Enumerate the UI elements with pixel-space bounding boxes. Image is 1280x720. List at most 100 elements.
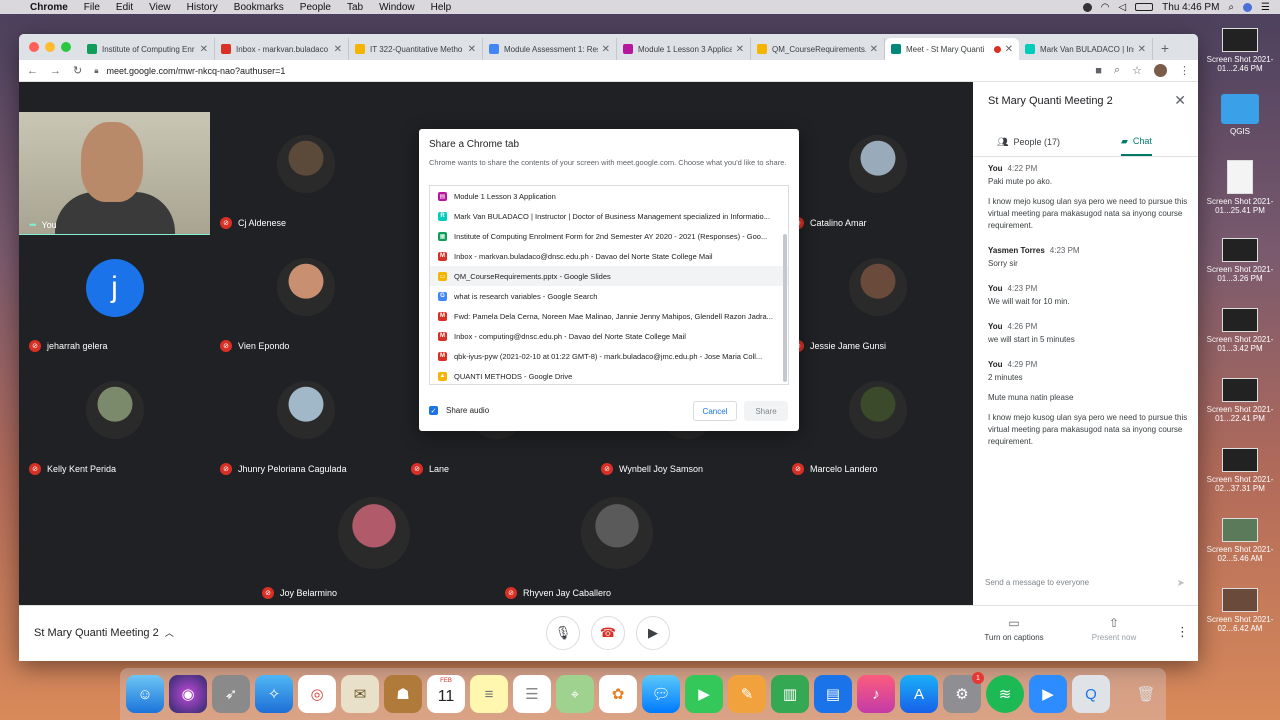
menu-help[interactable]: Help xyxy=(423,2,460,13)
photos-icon[interactable]: ✿ xyxy=(599,675,637,713)
record-status-icon[interactable] xyxy=(1082,2,1092,12)
close-panel-icon[interactable]: ✕ xyxy=(1174,92,1186,109)
keynote-icon[interactable]: ▤ xyxy=(814,675,852,713)
pages-icon[interactable]: ✎ xyxy=(728,675,766,713)
tab-option[interactable]: Gwhat is research variables - Google Sea… xyxy=(430,286,788,306)
profile-avatar[interactable] xyxy=(1154,64,1167,77)
browser-tab[interactable]: QM_CourseRequirements.p ✕ xyxy=(751,38,885,60)
zoom-app-icon[interactable]: ▶ xyxy=(1029,675,1067,713)
numbers-icon[interactable]: ▥ xyxy=(771,675,809,713)
participant-tile[interactable]: ⊘ Vien Epondo xyxy=(210,235,401,358)
meeting-details-button[interactable]: St Mary Quanti Meeting 2 ︿ xyxy=(34,626,174,639)
reload-icon[interactable]: ↻ xyxy=(73,64,82,77)
close-window-button[interactable] xyxy=(29,42,39,52)
menu-view[interactable]: View xyxy=(141,2,179,13)
menu-window[interactable]: Window xyxy=(371,2,423,13)
participant-tile[interactable]: ⊘ Kelly Kent Perida xyxy=(19,358,210,481)
microphone-button[interactable]: 🎙︎ xyxy=(546,616,580,650)
browser-tab[interactable]: Inbox - markvan.buladaco ✕ xyxy=(215,38,349,60)
close-tab-icon[interactable]: ✕ xyxy=(736,44,744,55)
close-tab-icon[interactable]: ✕ xyxy=(334,44,342,55)
calendar-icon[interactable]: FEB 11 xyxy=(427,675,465,713)
minimize-window-button[interactable] xyxy=(45,42,55,52)
wifi-icon[interactable]: ◠ xyxy=(1101,2,1110,13)
app-store-icon[interactable]: A xyxy=(900,675,938,713)
menu-file[interactable]: File xyxy=(76,2,108,13)
menu-tab[interactable]: Tab xyxy=(339,2,371,13)
participant-tile[interactable]: ⊘ Joy Belarmino xyxy=(252,481,495,605)
system-preferences-icon[interactable]: ⚙ 1 xyxy=(943,672,984,713)
music-icon[interactable]: ♪ xyxy=(857,675,895,713)
reminders-icon[interactable]: ☰ xyxy=(513,675,551,713)
browser-tab[interactable]: Institute of Computing Enr ✕ xyxy=(81,38,215,60)
desktop-file[interactable]: Screen Shot 2021-01...22.41 PM xyxy=(1204,378,1276,423)
more-menu-icon[interactable]: ⋮ xyxy=(1179,64,1190,77)
list-scrollbar[interactable] xyxy=(783,234,787,382)
spotify-icon[interactable]: ≋ xyxy=(986,675,1024,713)
desktop-file[interactable]: Screen Shot 2021-01...3.26 PM xyxy=(1204,238,1276,283)
menu-people[interactable]: People xyxy=(292,2,339,13)
browser-tab[interactable]: Module 1 Lesson 3 Applica ✕ xyxy=(617,38,751,60)
participant-tile[interactable]: j ⊘ jeharrah gelera xyxy=(19,235,210,358)
tab-option[interactable]: ▭ QM_CourseRequirements.pptx - Google Sli… xyxy=(430,266,788,286)
quicktime-icon[interactable]: Q xyxy=(1072,675,1110,713)
browser-tab[interactable]: Mark Van BULADACO | Ins ✕ xyxy=(1019,38,1153,60)
tab-option[interactable]: ▤ Module 1 Lesson 3 Application xyxy=(430,186,788,206)
share-button[interactable]: Share xyxy=(744,401,788,421)
close-tab-icon[interactable]: ✕ xyxy=(468,44,476,55)
menu-history[interactable]: History xyxy=(179,2,226,13)
safari-icon[interactable]: ✧ xyxy=(255,675,293,713)
tab-option[interactable]: M Inbox - computing@dnsc.edu.ph - Davao d… xyxy=(430,326,788,346)
more-options-icon[interactable]: ⋮ xyxy=(1176,624,1189,640)
notes-icon[interactable]: ≡ xyxy=(470,675,508,713)
desktop-file[interactable]: Screen Shot 2021-02...5.46 AM xyxy=(1204,518,1276,563)
trash-icon[interactable]: 🗑︎ xyxy=(1127,675,1165,713)
chrome-icon[interactable]: ◎ xyxy=(298,675,336,713)
participant-tile[interactable]: ⊘ Cj Aldenese xyxy=(210,112,401,235)
desktop-file[interactable]: Screen Shot 2021-02...6.42 AM xyxy=(1204,588,1276,633)
menu-clock[interactable]: Thu 4:46 PM xyxy=(1162,2,1219,13)
battery-icon[interactable] xyxy=(1135,3,1154,11)
spotlight-icon[interactable]: ⌕ xyxy=(1228,2,1234,13)
send-icon[interactable]: ➤ xyxy=(1177,578,1185,589)
maps-icon[interactable]: ⌖ xyxy=(556,675,594,713)
contacts-icon[interactable]: ☗ xyxy=(384,675,422,713)
new-tab-button[interactable]: + xyxy=(1153,40,1177,60)
desktop-file[interactable]: Screen Shot 2021-01...25.41 PM xyxy=(1204,160,1276,215)
volume-icon[interactable]: ◁ xyxy=(1118,2,1126,13)
zoom-icon[interactable]: ⌕ xyxy=(1114,64,1120,77)
menu-bookmarks[interactable]: Bookmarks xyxy=(226,2,292,13)
camera-indicator-icon[interactable]: ■ xyxy=(1095,65,1102,77)
present-now-button[interactable]: ⇧ Present now xyxy=(1074,616,1154,642)
facetime-icon[interactable]: ▶ xyxy=(685,675,723,713)
tab-option[interactable]: M Inbox - markvan.buladaco@dnsc.edu.ph - … xyxy=(430,246,788,266)
desktop-file[interactable]: Screen Shot 2021-02...37.31 PM xyxy=(1204,448,1276,493)
participant-tile[interactable]: ⊘ Rhyven Jay Caballero xyxy=(495,481,738,605)
siri-icon[interactable] xyxy=(1243,2,1253,12)
mail-bird-icon[interactable]: ✉ xyxy=(341,675,379,713)
notification-center-icon[interactable]: ☰ xyxy=(1261,2,1270,13)
close-tab-icon[interactable]: ✕ xyxy=(870,44,878,55)
desktop-folder[interactable]: QGIS xyxy=(1204,94,1276,136)
close-tab-icon[interactable]: ✕ xyxy=(1138,44,1146,55)
participant-tile[interactable]: ⊘ Marcelo Landero xyxy=(782,358,973,481)
tab-option[interactable]: ▦ Institute of Computing Enrolment Form f… xyxy=(430,226,788,246)
menu-app-name[interactable]: Chrome xyxy=(22,2,76,13)
participant-tile[interactable]: ••• You xyxy=(19,82,210,235)
tab-option[interactable]: R Mark Van BULADACO | Instructor | Doctor… xyxy=(430,206,788,226)
close-tab-icon[interactable]: ✕ xyxy=(200,44,208,55)
tab-people[interactable]: 👥︎ People (17) xyxy=(997,128,1060,156)
desktop-file[interactable]: Screen Shot 2021-01...2.46 PM xyxy=(1204,28,1276,73)
finder-icon[interactable]: ☺ xyxy=(126,675,164,713)
chat-input[interactable]: Send a message to everyone ➤ xyxy=(985,578,1185,589)
browser-tab[interactable]: IT 322-Quantitative Metho ✕ xyxy=(349,38,483,60)
address-bar[interactable]: 🔒︎ meet.google.com/mwr-nkcq-nao?authuser… xyxy=(94,62,1083,80)
lock-icon[interactable]: 🔒︎ xyxy=(94,66,98,76)
participant-tile[interactable]: ⊘Jessie Jame Gunsi xyxy=(782,235,973,358)
browser-tab[interactable]: Meet - St Mary Quanti ✕ xyxy=(885,38,1019,60)
participant-tile[interactable]: ⊘ Jhunry Peloriana Cagulada xyxy=(210,358,401,481)
leave-call-button[interactable]: ☎︎ xyxy=(591,616,625,650)
close-tab-icon[interactable]: ✕ xyxy=(1005,44,1013,55)
tab-option[interactable]: ▲ QUANTI METHODS - Google Drive xyxy=(430,366,788,384)
tab-option[interactable]: M Fwd: Pamela Dela Cerna, Noreen Mae Mali… xyxy=(430,306,788,326)
